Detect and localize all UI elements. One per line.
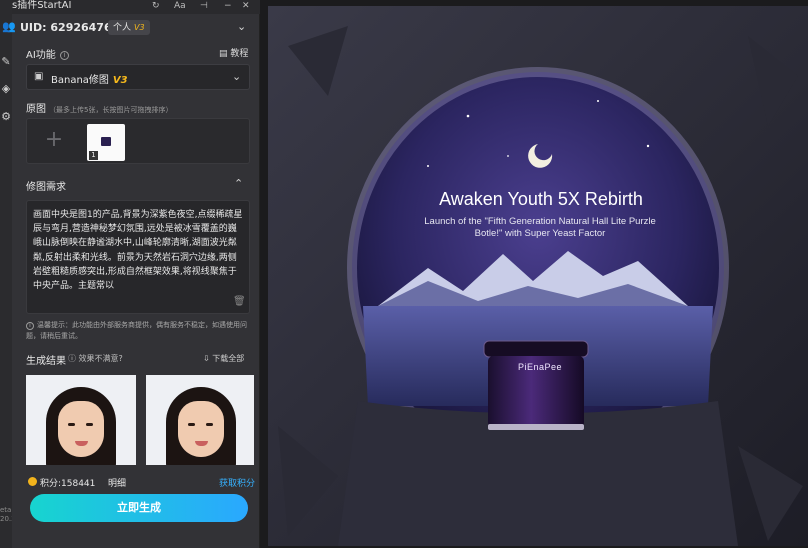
star bbox=[507, 155, 509, 157]
portrait-eye bbox=[188, 423, 195, 426]
points-detail-link[interactable]: 明细 bbox=[108, 476, 126, 489]
layers-icon[interactable]: ◈ bbox=[0, 82, 12, 96]
requirement-textarea[interactable]: 画面中央是图1的产品,背景为深紫色夜空,点缀稀疏星辰与弯月,营造神秘梦幻氛围,远… bbox=[26, 200, 250, 314]
tutorial-text: 教程 bbox=[230, 49, 249, 59]
gear-icon[interactable]: ⚙ bbox=[0, 110, 12, 124]
image-icon: ▣ bbox=[34, 71, 44, 82]
info-icon[interactable]: i bbox=[59, 51, 69, 60]
pin-icon[interactable]: ⊣ bbox=[200, 0, 208, 12]
result-image[interactable] bbox=[146, 375, 254, 465]
app-window: ✎ ◈ ⚙ eta 20.3 s插件StartAI ↻ Aa ⊣ − ✕ 👥 U… bbox=[0, 0, 808, 548]
model-label: Banana修图 V3 bbox=[51, 71, 128, 86]
requirement-text: 画面中央是图1的产品,背景为深紫色夜空,点缀稀疏星辰与弯月,营造神秘梦幻氛围,远… bbox=[33, 210, 243, 292]
star bbox=[466, 114, 470, 118]
star bbox=[597, 100, 599, 102]
original-text: 原图 bbox=[26, 104, 46, 115]
ad-headline: Awaken Youth 5X Rebirth bbox=[439, 189, 643, 209]
title-bar: s插件StartAI ↻ Aa ⊣ − ✕ bbox=[12, 0, 260, 14]
download-all-button[interactable]: ⇩ 下载全部 bbox=[203, 353, 244, 364]
star bbox=[646, 144, 650, 148]
add-image-button[interactable]: + bbox=[39, 125, 69, 157]
notice-text: i 温馨提示：此功能由外部服务商提供，偶有服务不稳定，如遇使用问题，请稍后重试。 bbox=[26, 320, 252, 342]
download-all-text: 下载全部 bbox=[212, 354, 245, 363]
get-points-link[interactable]: 获取积分 bbox=[219, 476, 255, 489]
plugin-panel: s插件StartAI ↻ Aa ⊣ − ✕ 👥 UID: 629264764 个… bbox=[2, 0, 260, 548]
points-row: 积分:158441 明细 获取积分 bbox=[26, 475, 255, 489]
jar-lid bbox=[483, 340, 589, 358]
results-label: 生成结果 bbox=[26, 356, 66, 367]
chevron-down-icon[interactable]: ⌄ bbox=[237, 20, 246, 33]
result-image[interactable] bbox=[26, 375, 136, 465]
close-icon[interactable]: ✕ bbox=[242, 0, 250, 12]
plan-label: 个人 bbox=[113, 23, 132, 33]
chevron-up-icon[interactable]: ⌃ bbox=[234, 177, 243, 190]
refresh-icon[interactable]: ↻ bbox=[152, 0, 160, 12]
canvas-image: Awaken Youth 5X Rebirth Launch of the "F… bbox=[268, 6, 808, 546]
jar-brand: PiEnaPee bbox=[517, 362, 563, 372]
model-select[interactable]: ▣ Banana修图 V3 ⌄ bbox=[26, 64, 250, 90]
info-icon: i bbox=[26, 322, 34, 330]
portrait-face bbox=[178, 401, 224, 457]
ai-function-text: AI功能 bbox=[26, 50, 56, 61]
original-hint: （最多上传5张，长按图片可拖拽排序） bbox=[49, 106, 173, 114]
book-icon: ▤ bbox=[219, 49, 228, 59]
thumbnail-preview bbox=[101, 137, 111, 146]
tool-rail: ✎ ◈ ⚙ eta 20.3 bbox=[0, 0, 16, 548]
quality-text: 效果不满意? bbox=[78, 354, 123, 363]
generate-button[interactable]: 立即生成 bbox=[30, 494, 248, 522]
points-balance: 积分:158441 bbox=[40, 479, 96, 489]
portrait-eye bbox=[68, 423, 75, 426]
results-list bbox=[26, 375, 254, 465]
requirement-header[interactable]: 修图需求 ⌃ bbox=[26, 177, 250, 193]
requirement-label: 修图需求 bbox=[26, 182, 66, 193]
scene-illustration bbox=[268, 6, 808, 546]
info-icon: ⓘ bbox=[68, 354, 76, 363]
original-image-label: 原图 （最多上传5张，长按图片可拖拽排序） bbox=[26, 100, 172, 115]
model-name: Banana修图 bbox=[51, 75, 109, 86]
plan-badge[interactable]: 个人 V3 bbox=[108, 20, 150, 35]
download-icon: ⇩ bbox=[203, 354, 210, 363]
ad-subline: Launch of the "Fifth Generation Natural … bbox=[424, 216, 656, 239]
minimize-icon[interactable]: − bbox=[224, 0, 232, 12]
results-header: 生成结果 ⓘ 效果不满意? ⇩ 下载全部 bbox=[26, 352, 252, 367]
account-row: 👥 UID: 629264764 个人 V3 ⌄ bbox=[2, 16, 260, 40]
font-size-icon[interactable]: Aa bbox=[174, 0, 186, 12]
coin-icon bbox=[28, 477, 37, 486]
panel-title: s插件StartAI bbox=[12, 0, 72, 11]
brush-icon[interactable]: ✎ bbox=[0, 55, 12, 69]
trash-icon[interactable]: 🗑 bbox=[233, 296, 246, 307]
tutorial-link[interactable]: ▤ 教程 bbox=[219, 46, 248, 59]
plan-version: V3 bbox=[134, 23, 145, 32]
model-version: V3 bbox=[112, 75, 128, 86]
star bbox=[427, 165, 429, 167]
notice-body: 温馨提示：此功能由外部服务商提供，偶有服务不稳定，如遇使用问题，请稍后重试。 bbox=[26, 321, 247, 340]
uid-text: UID: 629264764 bbox=[20, 21, 120, 34]
thumbnail-index: 1 bbox=[89, 151, 98, 160]
users-icon: 👥 bbox=[2, 20, 16, 33]
ai-function-label: AI功能 i bbox=[26, 46, 69, 61]
portrait-face bbox=[58, 401, 104, 457]
chevron-down-icon: ⌄ bbox=[232, 70, 242, 83]
portrait-eye bbox=[86, 423, 93, 426]
jar-base bbox=[488, 424, 584, 430]
portrait-eye bbox=[206, 423, 213, 426]
source-thumbnail[interactable]: 1 bbox=[87, 124, 125, 161]
quality-feedback-link[interactable]: ⓘ 效果不满意? bbox=[68, 353, 123, 364]
upload-area: + 1 bbox=[26, 118, 250, 164]
